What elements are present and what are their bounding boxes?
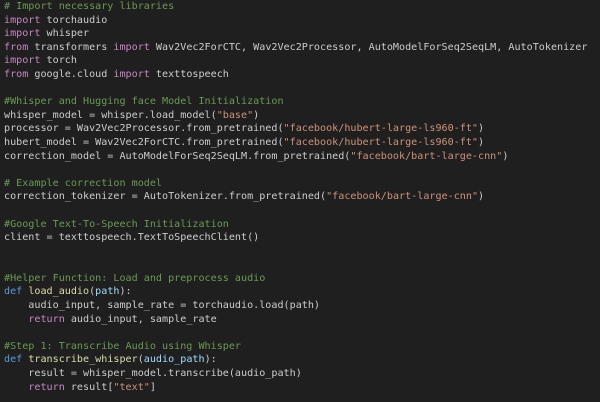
code-token-def: def xyxy=(4,354,23,366)
code-token-plain: ): xyxy=(204,354,217,366)
code-line[interactable]: correction_tokenizer = AutoTokenizer.fro… xyxy=(4,190,600,204)
code-token-plain: ] xyxy=(149,381,156,393)
code-token-plain: audio_input, sample_rate xyxy=(64,313,217,325)
code-line[interactable]: #Whisper and Hugging face Model Initiali… xyxy=(4,95,600,109)
code-line[interactable]: return result["text"] xyxy=(4,381,600,395)
code-line[interactable]: audio_input, sample_rate = torchaudio.lo… xyxy=(4,299,600,313)
code-line[interactable] xyxy=(4,204,600,218)
code-token-func: transcribe_whisper xyxy=(28,354,138,366)
code-token-plain: torchaudio xyxy=(40,14,108,26)
code-line[interactable]: result = whisper_model.transcribe(audio_… xyxy=(4,367,600,381)
code-line[interactable]: def transcribe_whisper(audio_path): xyxy=(4,353,600,367)
code-line[interactable]: # Example correction model xyxy=(4,177,600,191)
code-token-keyword: import xyxy=(113,68,150,80)
code-token-plain: texttospeech xyxy=(149,68,229,80)
code-line[interactable]: # Import necessary libraries xyxy=(4,0,600,14)
code-token-keyword: import xyxy=(4,28,41,40)
code-token-plain: ) xyxy=(478,123,485,135)
code-token-plain: processor = Wav2Vec2Processor.from_pretr… xyxy=(4,123,284,135)
code-line[interactable]: from google.cloud import texttospeech xyxy=(4,68,600,82)
code-area[interactable]: # Import necessary libraries import torch… xyxy=(4,0,600,394)
code-token-keyword: import xyxy=(113,41,150,53)
code-line[interactable]: #Step 1: Transcribe Audio using Whisper xyxy=(4,340,600,354)
code-token-comment: #Google Text-To-Speech Initialization xyxy=(4,218,229,230)
code-token-plain: hubert_model = Wav2Vec2ForCTC.from_pretr… xyxy=(4,136,284,148)
code-token-string: "text" xyxy=(113,381,150,393)
code-token-comment: #Whisper and Hugging face Model Initiali… xyxy=(4,96,284,108)
code-token-string: "facebook/bart-large-cnn" xyxy=(326,191,479,203)
code-line[interactable]: import torch xyxy=(4,54,600,68)
code-line[interactable] xyxy=(4,82,600,96)
code-token-plain: correction_tokenizer = AutoTokenizer.fro… xyxy=(4,191,327,203)
code-line[interactable]: #Google Text-To-Speech Initialization xyxy=(4,218,600,232)
code-token-comment: #Step 1: Transcribe Audio using Whisper xyxy=(4,340,242,352)
code-token-plain: torch xyxy=(40,55,77,67)
code-line[interactable]: correction_model = AutoModelForSeq2SeqLM… xyxy=(4,150,600,164)
code-line[interactable]: import whisper xyxy=(4,27,600,41)
code-token-plain: Wav2Vec2ForCTC, Wav2Vec2Processor, AutoM… xyxy=(149,41,588,53)
code-token-comment: # Example correction model xyxy=(4,177,163,189)
code-line[interactable]: processor = Wav2Vec2Processor.from_pretr… xyxy=(4,122,600,136)
code-line[interactable] xyxy=(4,245,600,259)
code-token-string: "base" xyxy=(216,109,254,121)
code-token-string: "facebook/bart-large-cnn" xyxy=(350,150,503,162)
code-token-plain: ): xyxy=(119,286,132,298)
code-token-plain: google.cloud xyxy=(28,68,114,80)
code-token-plain: result[ xyxy=(64,381,114,393)
code-token-plain: ) xyxy=(478,136,485,148)
code-line[interactable]: return audio_input, sample_rate xyxy=(4,313,600,327)
code-line[interactable]: whisper_model = whisper.load_model("base… xyxy=(4,109,600,123)
code-token-plain: ) xyxy=(253,109,260,121)
code-token-param: audio_path xyxy=(143,354,205,366)
code-token-string: "facebook/hubert-large-ls960-ft" xyxy=(283,136,479,148)
code-token-plain: transformers xyxy=(28,41,114,53)
code-token-string: "facebook/hubert-large-ls960-ft" xyxy=(283,123,479,135)
code-token-keyword: import xyxy=(4,14,41,26)
code-token-plain: whisper xyxy=(40,28,90,40)
code-token-plain: result = whisper_model.transcribe(audio_… xyxy=(4,368,302,380)
code-token-plain: client = texttospeech.TextToSpeechClient… xyxy=(4,232,260,244)
code-token-keyword: from xyxy=(4,41,29,53)
code-token-plain: ) xyxy=(502,150,509,162)
code-token-plain: audio_input, sample_rate = torchaudio.lo… xyxy=(4,300,321,312)
code-token-plain: correction_model = AutoModelForSeq2SeqLM… xyxy=(4,150,351,162)
code-token-keyword: from xyxy=(4,68,29,80)
code-line[interactable]: hubert_model = Wav2Vec2ForCTC.from_pretr… xyxy=(4,136,600,150)
code-token-plain: whisper_model = whisper.load_model( xyxy=(4,109,217,121)
code-line[interactable]: import torchaudio xyxy=(4,14,600,28)
code-token-comment: # Import necessary libraries xyxy=(4,1,175,12)
code-line[interactable] xyxy=(4,258,600,272)
code-editor[interactable]: # Import necessary libraries import torch… xyxy=(0,0,600,402)
code-token-param: path xyxy=(95,286,120,298)
code-line[interactable]: from transformers import Wav2Vec2ForCTC,… xyxy=(4,41,600,55)
code-line[interactable] xyxy=(4,326,600,340)
code-line[interactable]: client = texttospeech.TextToSpeechClient… xyxy=(4,231,600,245)
code-line[interactable]: def load_audio(path): xyxy=(4,285,600,299)
code-line[interactable]: #Helper Function: Load and preprocess au… xyxy=(4,272,600,286)
code-token-keyword: return xyxy=(28,313,65,325)
code-token-def: def xyxy=(4,286,23,298)
code-line[interactable] xyxy=(4,163,600,177)
code-token-keyword: return xyxy=(28,381,65,393)
code-token-keyword: import xyxy=(4,55,41,67)
code-token-plain: ) xyxy=(478,191,485,203)
code-token-func: load_audio xyxy=(28,286,90,298)
code-token-comment: #Helper Function: Load and preprocess au… xyxy=(4,272,266,284)
